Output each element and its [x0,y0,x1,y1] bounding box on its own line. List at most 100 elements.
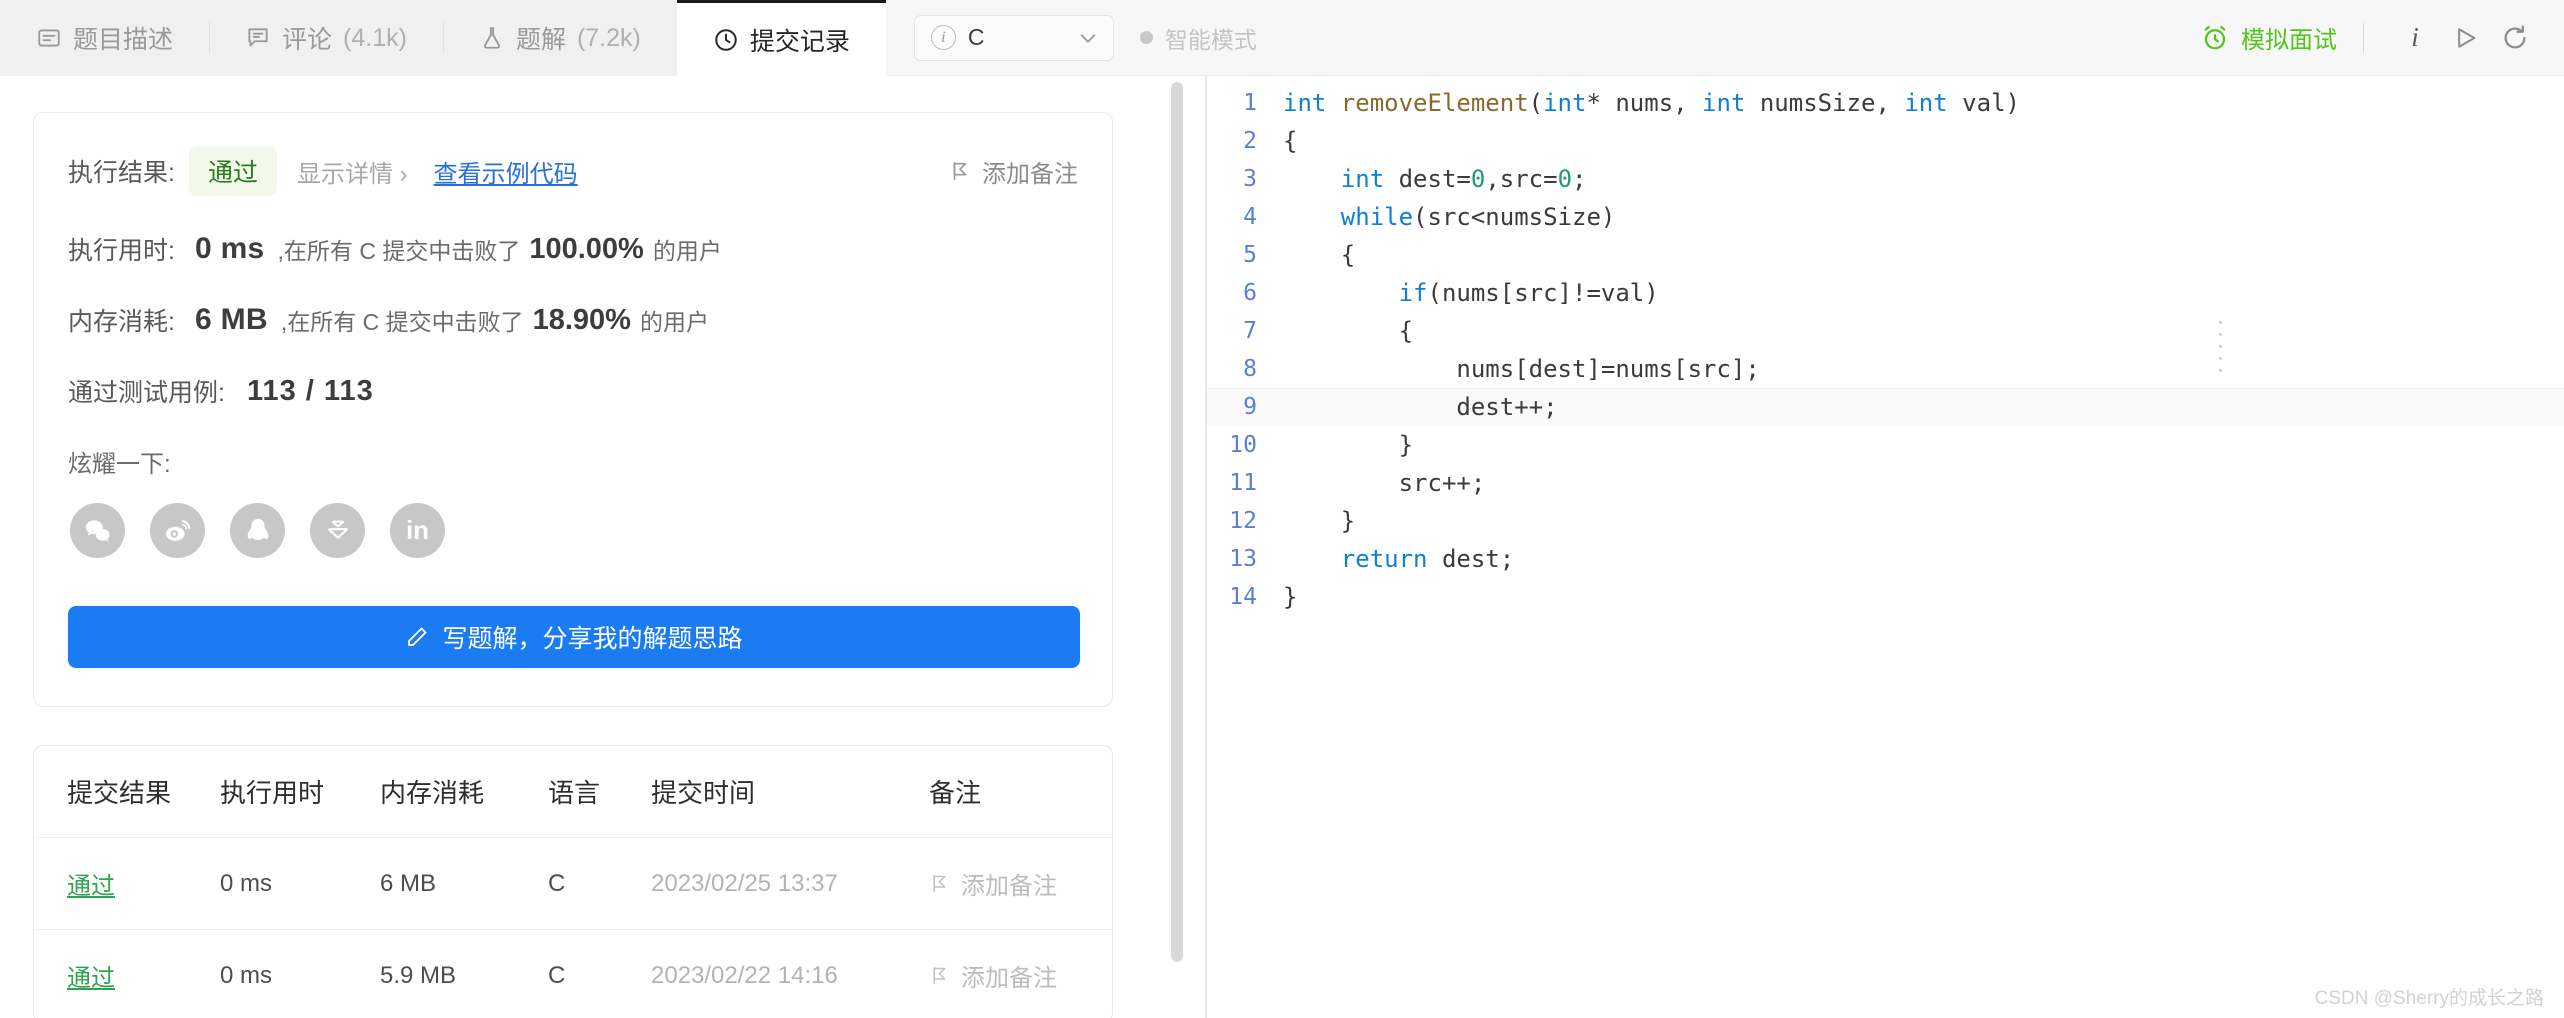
row-add-note-button[interactable]: 添加备注 [929,958,1079,993]
line-number: 3 [1243,166,1257,192]
row-add-note-label: 添加备注 [961,965,1057,992]
memory-percentile: 18.90% [532,303,631,336]
tab-count: (4.1k) [343,23,407,52]
show-detail-link[interactable]: 显示详情 › [297,154,408,189]
submission-memory: 6 MB [380,869,437,897]
table-body: 通过 0 ms 6 MB C 2023/02/25 13:37 添加备注 通过 0 ms 5.9… [34,838,1112,1018]
mock-interview-button[interactable]: 模拟面试 [2200,20,2337,55]
code-content: return dest; [1340,545,1515,573]
code-content: int dest=0,src=0; [1340,165,1587,193]
pencil-icon [408,627,427,646]
runtime-percentile: 100.00% [529,232,644,265]
table-header-cell: 执行用时 [220,778,325,808]
submission-panel: 执行结果: 通过 显示详情 › 查看示例代码 添加备注 执行用时: 0 ms ,… [0,76,1205,1018]
submission-runtime: 0 ms [220,961,273,989]
line-number: 5 [1243,242,1257,268]
submission-result-link[interactable]: 通过 [67,873,115,900]
tab-label: 提交记录 [749,27,850,56]
scrollbar-track[interactable] [1171,76,1183,1018]
code-editor[interactable]: 1 int removeElement(int* nums, int numsSi… [1207,76,2564,1018]
top-tab-bar: 题目描述 评论 (4.1k) 题解 (7.2k) 提交记录 i C 智能模式 模拟面试 i [0,0,2564,76]
chevron-down-icon [1080,33,1096,43]
view-sample-code-link[interactable]: 查看示例代码 [434,154,578,189]
table-header-row: 提交结果 执行用时 内存消耗 语言 提交时间 备注 [34,746,1112,838]
smart-mode-label: 智能模式 [1164,26,1257,53]
flag-icon [953,161,967,181]
memory-value: 6 MB [194,303,268,336]
linkedin-icon[interactable]: in [390,503,445,558]
tab-label: 题目描述 [73,26,174,54]
add-note-label: 添加备注 [982,160,1078,188]
line-number: 4 [1243,204,1257,230]
result-card: 执行结果: 通过 显示详情 › 查看示例代码 添加备注 执行用时: 0 ms ,… [33,112,1113,707]
smart-mode-toggle[interactable]: 智能模式 [1139,21,1257,55]
runtime-text-after: 的用户 [652,238,722,264]
submission-result-link[interactable]: 通过 [67,965,115,992]
row-add-note-label: 添加备注 [961,873,1057,900]
code-line: 5 { [1207,236,2564,274]
runtime-row: 执行用时: 0 ms ,在所有 C 提交中击败了 100.00% 的用户 [68,231,1078,267]
tab-1[interactable]: 题目描述 [0,0,210,76]
submission-time: 2023/02/25 13:37 [651,869,838,897]
code-content: int removeElement(int* nums, int numsSiz… [1283,89,2020,117]
line-number: 12 [1229,508,1257,534]
info-italic-icon[interactable]: i [2390,13,2440,63]
code-content: } [1283,431,1414,459]
reset-icon[interactable] [2490,13,2540,63]
tab-3[interactable]: 题解 (7.2k) [442,0,677,76]
code-content: { [1283,127,1298,155]
editor-toolbar: i C 智能模式 模拟面试 i [885,0,2564,75]
row-add-note-button[interactable]: 添加备注 [929,866,1079,901]
language-selector[interactable]: i C [913,14,1114,61]
tab-2[interactable]: 评论 (4.1k) [209,0,443,76]
wechat-icon[interactable] [70,503,125,558]
submission-time: 2023/02/22 14:16 [651,961,838,989]
scrollbar-thumb[interactable] [1171,82,1183,962]
code-line: 9 dest++; [1207,388,2564,426]
code-line: 10 } [1207,426,2564,464]
flag-icon [933,874,946,893]
tab-label: 评论 [282,26,333,54]
submission-memory: 5.9 MB [380,961,457,989]
table-header-cell: 内存消耗 [380,778,485,808]
line-number: 14 [1229,584,1257,610]
description-icon [36,25,62,51]
code-line: 6 if(nums[src]!=val) [1207,274,2564,312]
code-line: 4 while(src<numsSize) [1207,198,2564,236]
table-row[interactable]: 通过 0 ms 6 MB C 2023/02/25 13:37 添加备注 [34,838,1112,930]
test-cases-value: 113 / 113 [246,374,374,407]
submission-language: C [548,869,566,897]
code-content: } [1283,507,1356,535]
code-line: 8 nums[dest]=nums[src]; [1207,350,2564,388]
status-dot-icon [1139,31,1153,44]
qq-icon[interactable] [230,503,285,558]
add-note-button[interactable]: 添加备注 [949,154,1078,189]
result-status-row: 执行结果: 通过 显示详情 › 查看示例代码 添加备注 [68,146,1078,196]
submission-runtime: 0 ms [220,869,273,897]
tab-strip: 题目描述 评论 (4.1k) 题解 (7.2k) 提交记录 [0,0,886,76]
comment-icon [245,25,271,51]
code-content: nums[dest]=nums[src]; [1283,355,1760,383]
runtime-label: 执行用时: [68,237,175,265]
submissions-table: 提交结果 执行用时 内存消耗 语言 提交时间 备注 通过 0 ms 6 MB C 2023/02/… [33,745,1113,1018]
table-header-cell: 语言 [548,778,601,808]
play-icon[interactable] [2440,13,2490,63]
write-solution-button[interactable]: 写题解，分享我的解题思路 [68,606,1080,668]
code-content: { [1283,317,1414,345]
watermark: CSDN @Sherry的成长之路 [2314,988,2544,1009]
line-number: 13 [1229,546,1257,572]
tab-count: (7.2k) [576,23,641,52]
result-label: 执行结果: [68,159,175,187]
weibo-icon[interactable] [150,503,205,558]
line-number: 10 [1229,432,1257,458]
line-number: 7 [1243,318,1257,344]
juejin-icon[interactable] [310,503,365,558]
code-line: 7 { [1207,312,2564,350]
runtime-text-before: ,在所有 C 提交中击败了 [277,238,521,264]
table-row[interactable]: 通过 0 ms 5.9 MB C 2023/02/22 14:16 添加备注 [34,930,1112,1018]
tab-4[interactable]: 提交记录 [676,0,886,76]
status-badge: 通过 [188,146,277,196]
toolbar-divider [2363,22,2364,53]
share-icon-row: in [70,503,1078,558]
table-header-cell: 提交时间 [651,778,756,808]
